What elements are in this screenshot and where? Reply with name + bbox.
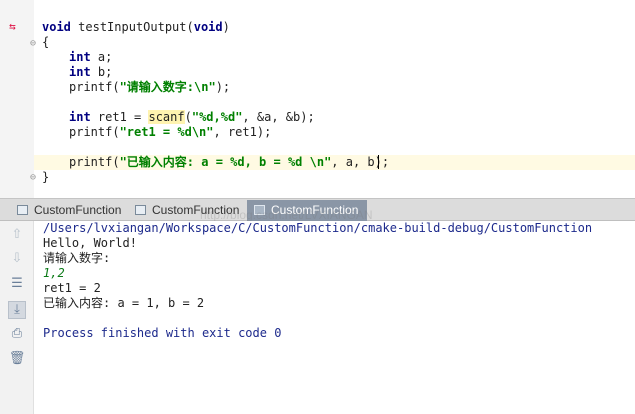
code-line-8: printf("ret1 = %d\n", ret1); <box>69 125 272 139</box>
scroll-to-end-icon[interactable]: ⤓ <box>8 301 26 319</box>
console-path-line: /Users/lvxiangan/Workspace/C/CustomFunct… <box>43 221 593 235</box>
console-result-line: 已输入内容: a = 1, b = 2 <box>43 296 205 310</box>
arrow-up-icon[interactable]: ⇧ <box>8 226 26 244</box>
watermark: http://blog.csdn.net/LVXIANGAN <box>200 208 373 222</box>
code-line-1: void testInputOutput(void) <box>42 20 230 34</box>
console-hello-line: Hello, World! <box>43 236 137 250</box>
console-ret-line: ret1 = 2 <box>43 281 101 295</box>
code-line-2: { <box>42 35 50 49</box>
code-line-5: printf("请输入数字:\n"); <box>69 80 231 94</box>
run-config-icon <box>17 205 28 215</box>
run-tab-label: CustomFunction <box>34 203 122 217</box>
editor-gutter: ⇆ ⊖ ⊖ <box>0 0 36 198</box>
code-line-11: } <box>42 170 50 184</box>
console-prompt-line: 请输入数字: <box>43 251 111 265</box>
run-tab-1[interactable]: CustomFunction <box>10 200 128 221</box>
code-line-4: int b; <box>69 65 113 79</box>
trash-icon[interactable]: 🗑 <box>8 350 26 368</box>
fold-close-icon[interactable]: ⊖ <box>30 172 36 183</box>
text-caret <box>378 155 379 169</box>
console-output[interactable]: /Users/lvxiangan/Workspace/C/CustomFunct… <box>34 221 635 414</box>
console-toolbar: ⇧ ⇩ ☰ ⤓ ⎙ 🗑 <box>0 221 34 414</box>
console-user-input-line: 1,2 <box>43 266 65 280</box>
code-line-3: int a; <box>69 50 113 64</box>
fold-open-icon[interactable]: ⊖ <box>30 38 36 49</box>
code-line-10: printf("已输入内容: a = %d, b = %d \n", a, b)… <box>69 155 390 169</box>
code-editor[interactable]: ⇆ ⊖ ⊖ void testInputOutput(void) { int a… <box>0 0 635 198</box>
console-exit-line: Process finished with exit code 0 <box>43 326 282 340</box>
code-line-7: int ret1 = scanf("%d,%d", &a, &b); <box>69 110 315 124</box>
run-config-icon <box>135 205 146 215</box>
arrow-down-icon[interactable]: ⇩ <box>8 250 26 268</box>
soft-wrap-icon[interactable]: ☰ <box>8 275 26 293</box>
print-icon[interactable]: ⎙ <box>8 325 26 343</box>
override-icon[interactable]: ⇆ <box>9 20 16 33</box>
